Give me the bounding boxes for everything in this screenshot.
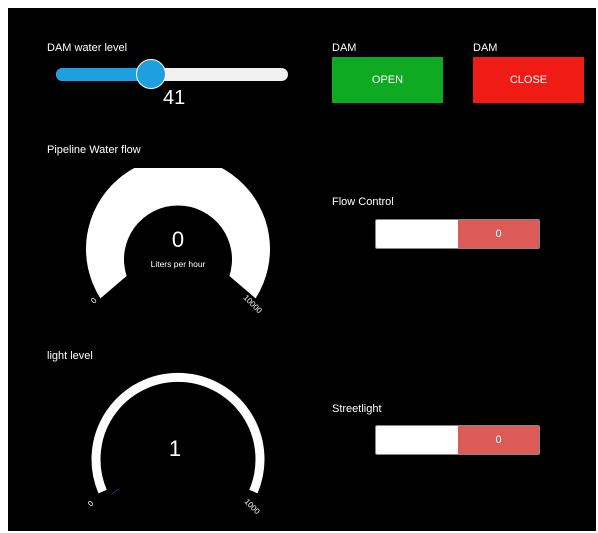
light-level-label: light level: [47, 350, 93, 362]
dam-level-slider[interactable]: [56, 68, 288, 81]
dam-open-heading: DAM: [332, 42, 357, 54]
dam-level-value: 41: [163, 87, 186, 109]
flow-control-toggle-state[interactable]: 0: [458, 220, 539, 248]
dam-close-button[interactable]: CLOSE: [473, 57, 584, 103]
pipeline-flow-unit: Liters per hour: [151, 259, 206, 269]
pipeline-flow-min-label: 0: [89, 296, 99, 306]
light-level-gauge: 1 0 1000: [86, 372, 265, 516]
light-level-max-label: 1000: [243, 497, 262, 516]
pipeline-flow-gauge: 0 Liters per hour 0 10000: [86, 168, 270, 316]
pipeline-flow-label: Pipeline Water flow: [47, 144, 141, 156]
flow-control-toggle[interactable]: 0: [375, 219, 540, 249]
dam-open-button[interactable]: OPEN: [332, 57, 443, 103]
pipeline-flow-value: 0: [172, 227, 184, 252]
dam-level-label: DAM water level: [47, 42, 128, 54]
light-level-min-label: 0: [86, 499, 96, 509]
light-level-value: 1: [169, 436, 181, 461]
dam-level-slider-thumb[interactable]: [136, 59, 167, 89]
streetlight-label: Streetlight: [332, 403, 382, 415]
dam-close-heading: DAM: [473, 42, 498, 54]
streetlight-toggle-off-segment[interactable]: [376, 426, 458, 454]
flow-control-label: Flow Control: [332, 196, 394, 208]
dashboard-panel: DAM water level 41 DAM DAM OPEN CLOSE Pi…: [8, 8, 596, 531]
pipeline-flow-max-label: 10000: [242, 293, 264, 315]
flow-control-toggle-off-segment[interactable]: [376, 220, 458, 248]
streetlight-toggle[interactable]: 0: [375, 425, 540, 455]
streetlight-toggle-state[interactable]: 0: [458, 426, 539, 454]
light-level-gauge-track: [91, 372, 265, 494]
